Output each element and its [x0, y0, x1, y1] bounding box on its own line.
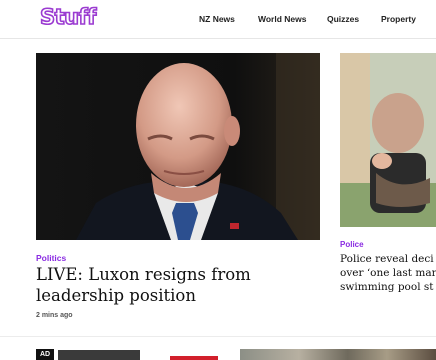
- ad-badge: AD: [36, 349, 54, 360]
- second-headline-line-3: swimming pool st: [340, 281, 434, 293]
- ad-red-banner[interactable]: [170, 356, 218, 360]
- lead-category[interactable]: Politics: [36, 253, 66, 263]
- bottom-story-image[interactable]: [240, 349, 436, 360]
- ad-image[interactable]: [58, 350, 140, 360]
- second-headline-line-1: Police reveal deci: [340, 253, 434, 265]
- site-header: Stuff NZ News World News Quizzes Propert…: [0, 0, 436, 39]
- section-divider: [0, 336, 436, 337]
- lead-story-image[interactable]: [36, 53, 320, 240]
- nav-world-news[interactable]: World News: [258, 14, 307, 24]
- stuff-logo[interactable]: Stuff: [39, 4, 97, 30]
- second-category[interactable]: Police: [340, 240, 364, 249]
- nav-quizzes[interactable]: Quizzes: [327, 14, 359, 24]
- second-photo-illustration: [340, 53, 436, 227]
- lead-timestamp: 2 mins ago: [36, 312, 73, 319]
- second-headline-line-2: over ‘one last mar: [340, 267, 436, 279]
- second-headline[interactable]: Police reveal deci over ‘one last mar sw…: [340, 252, 436, 294]
- nav-nz-news[interactable]: NZ News: [199, 14, 235, 24]
- second-story-image[interactable]: [340, 53, 436, 227]
- nav-property[interactable]: Property: [381, 14, 416, 24]
- lead-photo-illustration: [36, 53, 320, 240]
- lead-headline[interactable]: LIVE: Luxon resigns from leadership posi…: [36, 264, 320, 306]
